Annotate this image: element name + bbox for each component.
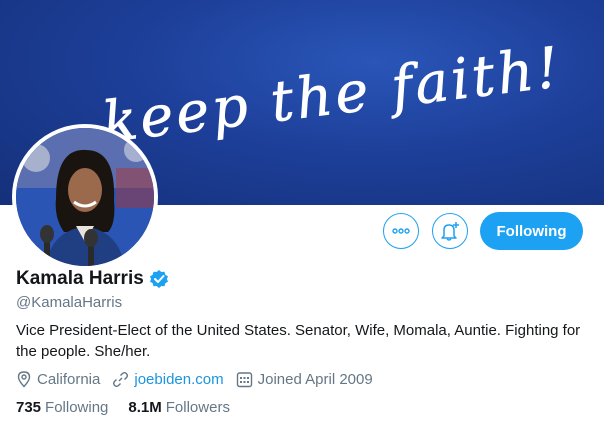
profile-bio: Vice President-Elect of the United State… xyxy=(16,322,581,360)
profile-meta: California joebiden.com Joined April 200… xyxy=(16,370,385,388)
joined-item: Joined April 2009 xyxy=(236,371,373,388)
avatar[interactable] xyxy=(12,124,158,270)
notifications-button[interactable] xyxy=(432,213,468,249)
followers-label: Followers xyxy=(165,399,230,416)
location-item: California xyxy=(16,370,100,388)
profile-stats: 735 Following 8.1M Followers xyxy=(16,399,250,416)
followers-count: 8.1M xyxy=(128,399,162,416)
avatar-image xyxy=(16,128,154,266)
following-label: Following xyxy=(45,399,109,416)
following-count: 735 xyxy=(16,399,42,416)
location-pin-icon xyxy=(17,371,31,388)
banner-text: keep the faith! xyxy=(99,35,565,156)
link-icon xyxy=(113,371,129,387)
followers-stat[interactable]: 8.1M Followers xyxy=(128,399,230,416)
calendar-icon xyxy=(236,371,252,387)
joined-text: Joined April 2009 xyxy=(257,370,373,388)
more-button[interactable] xyxy=(383,213,419,249)
following-stat[interactable]: 735 Following xyxy=(16,399,108,416)
notification-bell-icon xyxy=(441,222,459,241)
profile-name-row: Kamala Harris xyxy=(16,268,169,290)
profile-handle: @KamalaHarris xyxy=(16,294,123,311)
verified-badge-icon xyxy=(149,269,169,289)
following-button[interactable]: Following xyxy=(480,212,583,250)
more-icon xyxy=(392,228,410,234)
website-item[interactable]: joebiden.com xyxy=(112,371,224,388)
location-text: California xyxy=(37,370,101,388)
website-link[interactable]: joebiden.com xyxy=(134,371,223,388)
profile-name: Kamala Harris xyxy=(16,268,144,289)
